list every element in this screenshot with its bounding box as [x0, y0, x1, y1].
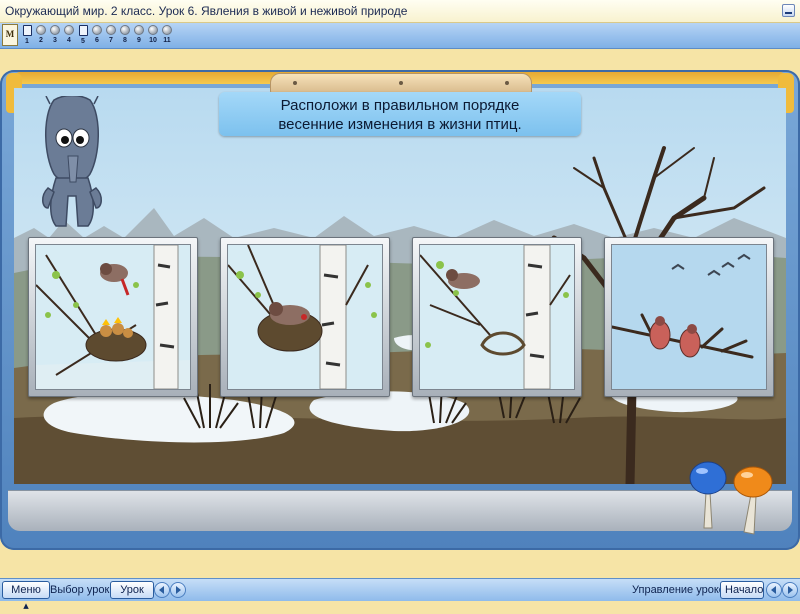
blue-knob-control[interactable] [688, 458, 728, 538]
step-dot-icon [134, 25, 144, 35]
step-indicator[interactable]: 10 [146, 25, 160, 45]
mascot-character [42, 96, 102, 227]
step-dot-icon [78, 25, 88, 36]
task-instruction-line1: Расположи в правильном порядке [280, 97, 520, 114]
bottom-toolbar: Меню ▴ Выбор урока: Урок Управление урок… [0, 578, 800, 612]
step-dot-icon [50, 25, 60, 35]
menu-button-label: Меню [11, 584, 41, 596]
step-dot-icon [92, 25, 102, 35]
triangle-up-icon: ▴ [23, 600, 29, 612]
title-bar: Окружающий мир. 2 класс. Урок 6. Явления… [0, 0, 800, 23]
card-1-image [35, 244, 191, 390]
picture-card-1[interactable] [28, 237, 198, 397]
step-number: 7 [109, 37, 113, 44]
card-4-image [611, 244, 767, 390]
window-title: Окружающий мир. 2 класс. Урок 6. Явления… [5, 4, 408, 18]
step-number: 9 [137, 37, 141, 44]
lesson-strip: M 1 2 3 4 5 6 7 8 9 10 11 [0, 23, 800, 49]
step-indicator[interactable]: 3 [48, 25, 62, 45]
menu-button[interactable]: Меню ▴ [2, 581, 50, 612]
step-number: 4 [67, 37, 71, 44]
step-dot-icon [64, 25, 74, 35]
step-number: 5 [81, 38, 85, 45]
step-number: 8 [123, 37, 127, 44]
card-3-image [419, 244, 575, 390]
step-dot-icon [22, 25, 32, 36]
picture-card-2[interactable] [220, 237, 390, 397]
step-number: 6 [95, 37, 99, 44]
orange-knob-control[interactable] [732, 464, 774, 544]
step-number: 10 [149, 37, 157, 44]
step-dot-icon [148, 25, 158, 35]
next-lesson-arrow-icon[interactable] [170, 582, 186, 598]
step-dot-icon [36, 25, 46, 35]
step-indicator[interactable]: 9 [132, 25, 146, 45]
minimize-button[interactable] [782, 4, 795, 17]
step-indicator[interactable]: 1 [20, 25, 34, 46]
step-number: 1 [25, 38, 29, 45]
step-indicator[interactable]: 5 [76, 25, 90, 46]
lesson-button[interactable]: Урок [110, 581, 154, 599]
step-number: 3 [53, 37, 57, 44]
select-lesson-label: Выбор урока: [50, 584, 119, 596]
step-number: 2 [39, 37, 43, 44]
frame-bottom-tray [8, 490, 792, 531]
next-step-arrow-icon[interactable] [782, 582, 798, 598]
step-indicator[interactable]: 4 [62, 25, 76, 45]
step-indicator[interactable]: 7 [104, 25, 118, 45]
task-instruction-line2: весенние изменения в жизни птиц. [278, 116, 522, 133]
step-indicator[interactable]: 8 [118, 25, 132, 45]
step-indicator[interactable]: 2 [34, 25, 48, 45]
prev-lesson-arrow-icon[interactable] [154, 582, 170, 598]
step-number: 11 [163, 37, 171, 44]
step-dot-icon [120, 25, 130, 35]
picture-card-3[interactable] [412, 237, 582, 397]
picture-card-4[interactable] [604, 237, 774, 397]
step-indicator[interactable]: 6 [90, 25, 104, 45]
prev-step-arrow-icon[interactable] [766, 582, 782, 598]
card-2-image [227, 244, 383, 390]
publisher-logo: M [2, 24, 18, 46]
step-dot-icon [162, 25, 172, 35]
task-instruction: Расположи в правильном порядке весенние … [219, 92, 581, 136]
step-dot-icon [106, 25, 116, 35]
step-indicator[interactable]: 11 [160, 25, 174, 45]
start-button[interactable]: Начало [720, 581, 764, 599]
